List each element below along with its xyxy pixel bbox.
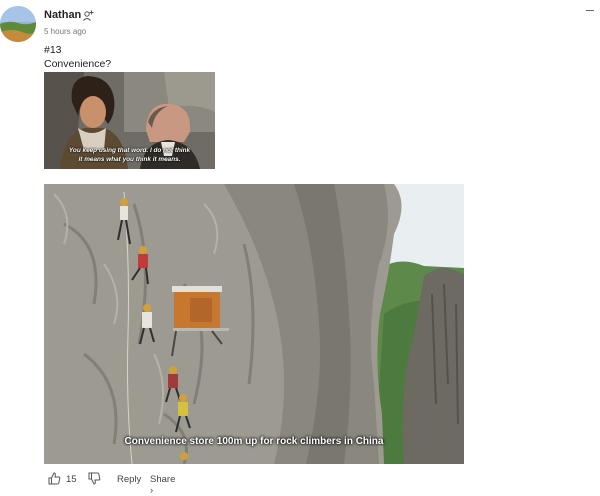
add-person-icon[interactable] [82,9,94,21]
cliff-photo[interactable]: Convenience store 100m up for rock climb… [44,184,464,464]
avatar[interactable] [0,6,36,42]
upvote-count: 15 [66,474,77,485]
meme-caption-line-2: it means what you think it means. [78,156,181,163]
meme-caption-line-1: You keep using that word. I do not think [68,147,191,154]
minus-icon[interactable] [586,10,594,11]
post-timestamp: 5 hours ago [44,27,87,36]
author-name[interactable]: Nathan [44,9,81,21]
photo-caption: Convenience store 100m up for rock climb… [124,436,384,447]
reply-button[interactable]: Reply [117,474,141,485]
post-number: #13 [44,44,62,56]
thumbs-up-icon[interactable] [48,472,61,488]
share-button[interactable]: Share › [150,474,175,496]
thumbs-down-icon[interactable] [88,472,101,488]
post-text: Convenience? [44,58,112,70]
meme-image[interactable]: You keep using that word. I do not think… [44,72,215,169]
